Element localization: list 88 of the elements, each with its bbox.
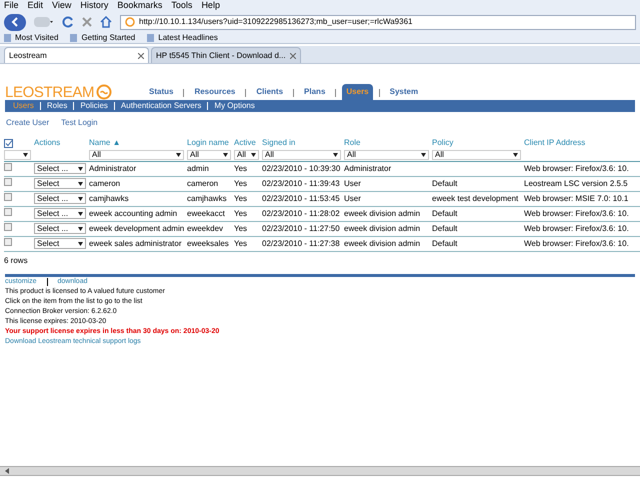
table-cell: Web browser: MSIE 7.0: 10.1 [524,194,628,202]
table-cell: eweek sales administrator [89,238,182,248]
table-cell: Yes [234,224,248,232]
table-cell: Leostream LSC version 2.5.5 [524,178,628,188]
nav-tab[interactable]: Clients [252,84,288,100]
bookmark[interactable]: Getting Started [70,32,136,44]
column-header[interactable]: Role [344,138,360,147]
nav-tab[interactable]: Resources [190,84,240,100]
address-bar[interactable]: http://10.10.1.134/users?uid=3109222985136273;mb_user=user;=rlcWa9361 [120,14,636,30]
nav-tab[interactable]: Plans [300,84,330,100]
subnav-tab[interactable]: My Options [214,100,255,112]
table-cell: eweekdev [187,224,224,232]
browser-tab[interactable]: Leostream [4,47,149,63]
table-cell: User [344,194,361,202]
table-cell: 02/23/2010 - 11:28:02 [262,208,340,218]
table-cell: Yes [234,238,248,248]
column-header[interactable]: Active [234,138,256,147]
filter-dropdown[interactable]: All [89,150,184,160]
column-header[interactable]: Name ▲ [89,138,120,147]
table-cell: eweeksales [187,238,229,248]
column-header[interactable]: Login name [187,138,229,147]
filter-dropdown[interactable]: All [432,150,521,160]
column-header[interactable]: Policy [432,138,454,147]
menu-item[interactable]: View [52,0,72,13]
column-header[interactable]: Actions [34,138,60,147]
table-cell: cameron [89,178,120,188]
action-link[interactable]: Test Login [61,117,98,129]
table-cell: Yes [234,194,248,202]
nav-tab[interactable]: System [386,84,422,100]
logo-text: LEOSTREAM [5,84,94,100]
table-cell: eweek division admin [344,224,420,232]
column-header[interactable]: Signed in [262,138,296,147]
action-link[interactable]: Create User [6,117,50,129]
table-cell: camjhawks [187,194,227,202]
subnav-tab[interactable]: Authentication Servers [120,100,202,112]
subnav-tab[interactable]: Roles [46,100,68,112]
action-select[interactable]: Select [34,238,86,249]
menu-item[interactable]: Edit [28,0,44,13]
filter-dropdown[interactable]: All [262,150,341,160]
table-cell: Web browser: Firefox/3.6: 10. [524,224,629,232]
subnav-tab[interactable]: Policies [80,100,108,112]
table-cell: Yes [234,208,248,218]
filter-dropdown[interactable]: All [344,150,429,160]
table-cell: eweek division admin [344,238,420,248]
table-cell: eweek test development [432,194,518,202]
row-count: 6 rows [3,254,29,266]
table-cell: Administrator [89,164,136,172]
table-cell: admin [187,164,209,172]
bookmark[interactable]: Most Visited [4,32,58,44]
action-select[interactable]: Select [34,178,86,189]
url-text: http://10.10.1.134/users?uid=3109222985136273;mb_user=user;=rlcWa9361 [139,16,412,28]
table-cell: 02/23/2010 - 11:39:43 [262,178,340,188]
table-cell: Default [432,238,458,248]
table-cell: Web browser: Firefox/3.6: 10. [524,208,629,218]
column-header[interactable]: Client IP Address [524,138,586,147]
table-cell: eweek accounting admin [89,208,178,218]
table-cell: camjhawks [89,194,129,202]
table-cell: eweek division admin [344,208,420,218]
action-select[interactable]: Select ... [34,193,86,204]
menu-item[interactable]: Bookmarks [117,0,162,13]
table-cell: Default [432,224,458,232]
table-cell: Default [432,178,458,188]
table-cell: 02/23/2010 - 10:39:30 [262,164,340,172]
table-cell: Yes [234,178,248,188]
menu-item[interactable]: History [80,0,108,13]
table-cell: eweekacct [187,208,225,218]
filter-dropdown[interactable]: All [234,150,259,160]
action-select[interactable]: Select ... [34,208,86,219]
table-cell: User [344,178,361,188]
filter-dropdown[interactable]: All [187,150,231,160]
table-cell: Administrator [344,164,392,172]
table-cell: Yes [234,164,248,172]
table-cell: cameron [187,178,218,188]
action-select[interactable]: Select ... [34,163,86,174]
menu-item[interactable]: File [4,0,19,13]
table-cell: Default [432,208,458,218]
table-cell: 02/23/2010 - 11:27:38 [262,238,340,248]
bookmark[interactable]: Latest Headlines [147,32,218,44]
menu-item[interactable]: Help [201,0,220,13]
browser-tab[interactable]: HP t5545 Thin Client - Download d... [151,47,301,63]
nav-tab[interactable]: Status [145,84,178,100]
table-cell: 02/23/2010 - 11:27:50 [262,224,340,232]
table-cell: 02/23/2010 - 11:53:45 [262,194,340,202]
table-cell: Web browser: Firefox/3.6: 10. [524,164,629,172]
menu-item[interactable]: Tools [171,0,192,13]
table-cell: Web browser: Firefox/3.6: 10. [524,238,629,248]
table-cell: eweek development admin [89,224,184,232]
action-select[interactable]: Select ... [34,223,86,234]
